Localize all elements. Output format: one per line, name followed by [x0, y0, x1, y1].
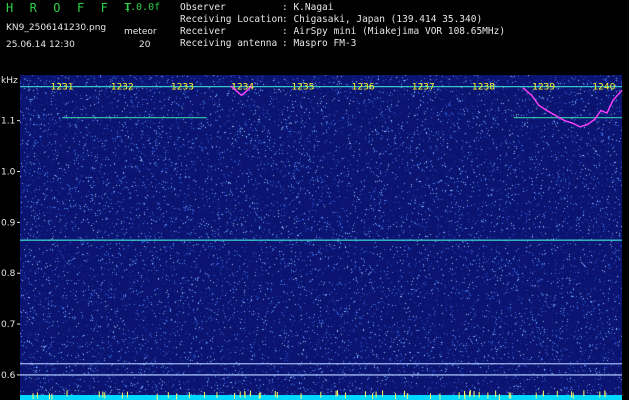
minute-label: 1238	[472, 83, 495, 93]
baseline-spike	[156, 393, 158, 400]
baseline-spike	[469, 390, 471, 397]
baseline-spike	[102, 391, 104, 398]
y-tick-label: 0.8	[1, 269, 16, 279]
receiver-key: Receiver	[180, 26, 226, 37]
baseline-spike	[258, 393, 260, 400]
baseline-spike	[32, 393, 34, 400]
receiver-value: : AirSpy mini (Miakejima VOR 108.65MHz)	[282, 26, 506, 37]
baseline-spike	[372, 393, 374, 400]
baseline-spike	[510, 392, 512, 399]
minute-label: 1239	[532, 83, 555, 93]
baseline-spike	[234, 392, 236, 399]
baseline-spike	[583, 390, 585, 397]
baseline-spike	[344, 392, 346, 399]
baseline-spike	[167, 392, 169, 399]
baseline-spike	[250, 390, 252, 397]
baseline-spike	[274, 390, 276, 397]
baseline-spike	[571, 391, 573, 398]
y-tick-label: 1.0	[1, 168, 16, 178]
minute-label: 1232	[111, 83, 134, 93]
baseline-spike	[259, 392, 261, 399]
baseline-spike	[98, 391, 100, 398]
baseline-spike	[382, 390, 384, 397]
baseline-spike	[335, 390, 337, 397]
baseline-spike	[276, 391, 278, 398]
file-name: KN9_2506141230.png	[6, 23, 107, 33]
minute-label: 1237	[412, 83, 435, 93]
minute-label: 1233	[171, 83, 194, 93]
baseline-spike	[535, 392, 537, 399]
baseline-spike	[542, 390, 544, 397]
minute-label: 1240	[592, 83, 615, 93]
location-key: Receiving Location	[180, 14, 283, 25]
baseline-spike	[498, 393, 500, 400]
doppler-echo-trace	[522, 87, 623, 128]
baseline-spike	[375, 391, 377, 398]
meteor-count-value: 20	[139, 40, 151, 50]
y-tick-label: 0.9	[1, 218, 16, 228]
baseline-spike	[188, 392, 190, 399]
baseline-spike	[429, 393, 431, 400]
baseline-spike	[104, 392, 106, 399]
baseline-spike	[556, 390, 558, 397]
y-tick-label: 0.6	[1, 371, 16, 381]
header: H R O F F T 1.0.0f KN9_2506141230.png 25…	[0, 0, 629, 75]
baseline-spike	[406, 393, 408, 400]
observer-value: : K.Nagai	[282, 2, 334, 13]
minute-label: 1236	[352, 83, 375, 93]
spectrogram-panel: kHz 1.1 1.0 0.9 0.8 0.7 0.6 1231 1232 1233 1234 123…	[0, 75, 629, 400]
baseline-spike	[604, 391, 606, 398]
baseline-spike	[336, 390, 338, 397]
minute-label: 1231	[51, 83, 74, 93]
baseline-spike	[495, 390, 497, 397]
y-tick-label: 1.1	[1, 117, 15, 127]
meteor-count-label: meteor	[124, 27, 157, 37]
baseline-spike	[36, 392, 38, 399]
baseline-spike	[126, 391, 128, 398]
antenna-value: : Maspro FM-3	[282, 38, 357, 49]
baseline-spike	[51, 393, 53, 400]
baseline-spike	[599, 391, 601, 398]
baseline-spike	[572, 392, 574, 399]
baseline-spike	[508, 392, 510, 399]
baseline-spike	[239, 391, 241, 398]
y-axis-label: kHz	[1, 76, 18, 86]
baseline-spike	[176, 393, 178, 400]
app-logo: H R O F F T	[6, 1, 137, 15]
spectrogram-overlay: kHz1.11.00.90.80.70.61231 1232 1233 1234 123…	[1, 76, 623, 400]
baseline-spike	[464, 393, 466, 400]
minute-label: 1235	[291, 83, 314, 93]
baseline-spike	[320, 391, 322, 398]
baseline-spike	[478, 391, 480, 398]
baseline-spike	[203, 391, 205, 398]
antenna-key: Receiving antenna	[180, 38, 278, 49]
baseline-spike	[244, 391, 246, 398]
baseline-spike	[487, 392, 489, 399]
version-label: 1.0.0f	[124, 2, 161, 13]
baseline-spike	[66, 390, 68, 397]
baseline-spike	[458, 392, 460, 399]
baseline-spike	[364, 391, 366, 398]
baseline-spike	[404, 390, 406, 397]
location-value: : Chigasaki, Japan (139.414 35.340)	[282, 14, 483, 25]
observer-key: Observer	[180, 2, 226, 13]
baseline-spike	[121, 392, 123, 399]
baseline-spike	[48, 393, 50, 400]
baseline-spike	[300, 392, 302, 399]
baseline-spike	[473, 391, 475, 398]
baseline-spike	[395, 393, 397, 400]
observation-datetime: 25.06.14 12:30	[6, 40, 75, 50]
y-tick-label: 0.7	[1, 320, 15, 330]
baseline-spike	[439, 393, 441, 400]
baseline-spike	[216, 392, 218, 399]
